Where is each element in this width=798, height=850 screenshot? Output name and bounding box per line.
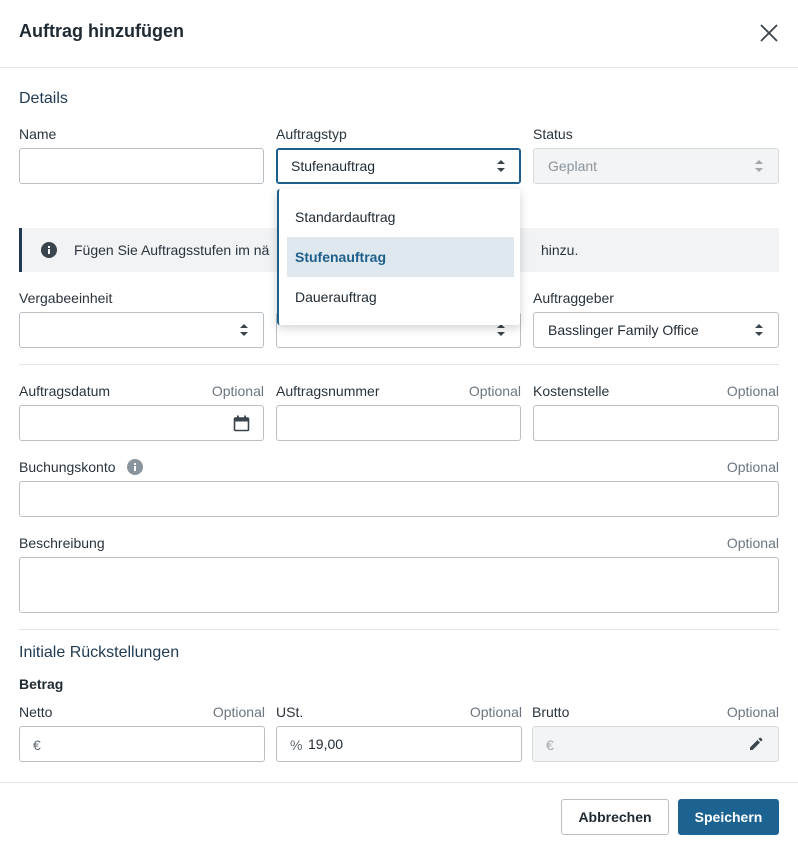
updown-icon bbox=[755, 160, 763, 172]
cancel-button[interactable]: Abbrechen bbox=[561, 799, 669, 835]
auftragstyp-select[interactable]: Stufenauftrag bbox=[276, 148, 521, 184]
auftragsdatum-label: Auftragsdatum bbox=[19, 383, 111, 399]
auftragstyp-value: Stufenauftrag bbox=[291, 158, 376, 174]
kostenstelle-optional: Optional bbox=[726, 383, 779, 399]
status-value: Geplant bbox=[548, 158, 598, 174]
ust-label: USt. bbox=[276, 704, 304, 720]
auftragstyp-label: Auftragstyp bbox=[276, 126, 347, 142]
ust-optional: Optional bbox=[469, 704, 522, 720]
brutto-optional: Optional bbox=[726, 704, 779, 720]
dropdown-option-label: Stufenauftrag bbox=[295, 249, 386, 265]
brutto-input: € bbox=[532, 726, 779, 762]
kostenstelle-input[interactable] bbox=[533, 405, 779, 441]
auftraggeber-label: Auftraggeber bbox=[533, 290, 614, 306]
info-text-end: hinzu. bbox=[541, 242, 579, 258]
details-section-title: Details bbox=[19, 90, 68, 107]
beschreibung-optional: Optional bbox=[726, 535, 779, 551]
calendar-icon[interactable] bbox=[233, 415, 250, 432]
auftragsnummer-optional: Optional bbox=[468, 383, 521, 399]
dropdown-option-stufenauftrag[interactable]: Stufenauftrag bbox=[287, 237, 514, 277]
auftraggeber-select[interactable]: Basslinger Family Office bbox=[533, 312, 779, 348]
auftragsdatum-input[interactable] bbox=[19, 405, 264, 441]
auftragsdatum-optional: Optional bbox=[211, 383, 264, 399]
name-label: Name bbox=[19, 126, 57, 142]
ust-value: 19,00 bbox=[308, 736, 344, 752]
updown-icon bbox=[755, 324, 763, 336]
dropdown-option-standardauftrag[interactable]: Standardauftrag bbox=[287, 197, 514, 237]
buchungskonto-label: Buchungskonto bbox=[19, 459, 116, 475]
divider bbox=[19, 629, 779, 630]
info-icon bbox=[41, 242, 57, 258]
betrag-label: Betrag bbox=[19, 676, 64, 692]
info-text: Fügen Sie Auftragsstufen im nä bbox=[74, 242, 270, 258]
netto-input[interactable]: € bbox=[19, 726, 265, 762]
updown-icon bbox=[497, 160, 505, 172]
name-input[interactable] bbox=[19, 148, 264, 184]
updown-icon bbox=[497, 324, 505, 336]
vergabeeinheit-label: Vergabeeinheit bbox=[19, 290, 113, 306]
kostenstelle-label: Kostenstelle bbox=[533, 383, 610, 399]
save-button[interactable]: Speichern bbox=[678, 799, 779, 835]
dropdown-option-label: Standardauftrag bbox=[295, 209, 396, 225]
ust-input[interactable]: % 19,00 bbox=[276, 726, 522, 762]
info-icon[interactable] bbox=[127, 459, 143, 475]
vergabeeinheit-select[interactable] bbox=[19, 312, 264, 348]
updown-icon bbox=[240, 324, 248, 336]
modal-header: Auftrag hinzufügen bbox=[0, 0, 798, 68]
netto-optional: Optional bbox=[212, 704, 265, 720]
percent-prefix: % bbox=[290, 737, 303, 753]
buchungskonto-optional: Optional bbox=[726, 459, 779, 475]
close-icon[interactable] bbox=[758, 22, 780, 44]
auftragstyp-dropdown: Standardauftrag Stufenauftrag Dauerauftr… bbox=[277, 189, 520, 325]
beschreibung-label: Beschreibung bbox=[19, 535, 105, 551]
euro-prefix: € bbox=[33, 737, 41, 753]
beschreibung-textarea[interactable] bbox=[19, 557, 779, 613]
euro-prefix: € bbox=[546, 737, 554, 753]
status-label: Status bbox=[533, 126, 573, 142]
status-select: Geplant bbox=[533, 148, 779, 184]
auftragsnummer-label: Auftragsnummer bbox=[276, 383, 380, 399]
brutto-label: Brutto bbox=[532, 704, 570, 720]
buchungskonto-input[interactable] bbox=[19, 481, 779, 517]
dropdown-option-label: Dauerauftrag bbox=[295, 289, 377, 305]
netto-label: Netto bbox=[19, 704, 53, 720]
divider bbox=[19, 364, 779, 365]
auftragsnummer-input[interactable] bbox=[276, 405, 521, 441]
modal-title: Auftrag hinzufügen bbox=[19, 21, 184, 41]
pencil-icon[interactable] bbox=[748, 736, 764, 752]
dropdown-option-dauerauftrag[interactable]: Dauerauftrag bbox=[287, 277, 514, 317]
rueckstellungen-title: Initiale Rückstellungen bbox=[19, 644, 180, 661]
auftraggeber-value: Basslinger Family Office bbox=[548, 322, 699, 338]
